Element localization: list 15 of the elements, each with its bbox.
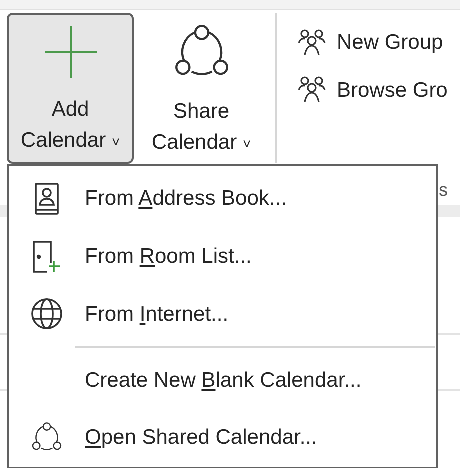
door-plus-icon xyxy=(32,240,62,273)
ribbon-button[interactable]: Share Calendar ˅ xyxy=(138,13,265,164)
globe-icon xyxy=(31,298,63,330)
menu-item[interactable]: From Room List... xyxy=(9,228,436,286)
menu-item[interactable]: From Internet... xyxy=(9,286,436,344)
ribbon-item[interactable]: Browse Gro xyxy=(297,74,448,106)
group-label: s xyxy=(439,179,448,202)
people-icon xyxy=(297,28,327,58)
menu-item[interactable]: Create New Blank Calendar... xyxy=(9,351,436,410)
ribbon-item[interactable]: New Group xyxy=(297,27,448,58)
address-book-icon xyxy=(34,182,60,215)
menu-item[interactable]: From Address Book... xyxy=(9,170,436,228)
plus-icon xyxy=(42,24,98,80)
ribbon-button[interactable]: Add Calendar ˅ xyxy=(7,13,134,164)
menu-item[interactable]: Open Shared Calendar... xyxy=(9,409,436,467)
